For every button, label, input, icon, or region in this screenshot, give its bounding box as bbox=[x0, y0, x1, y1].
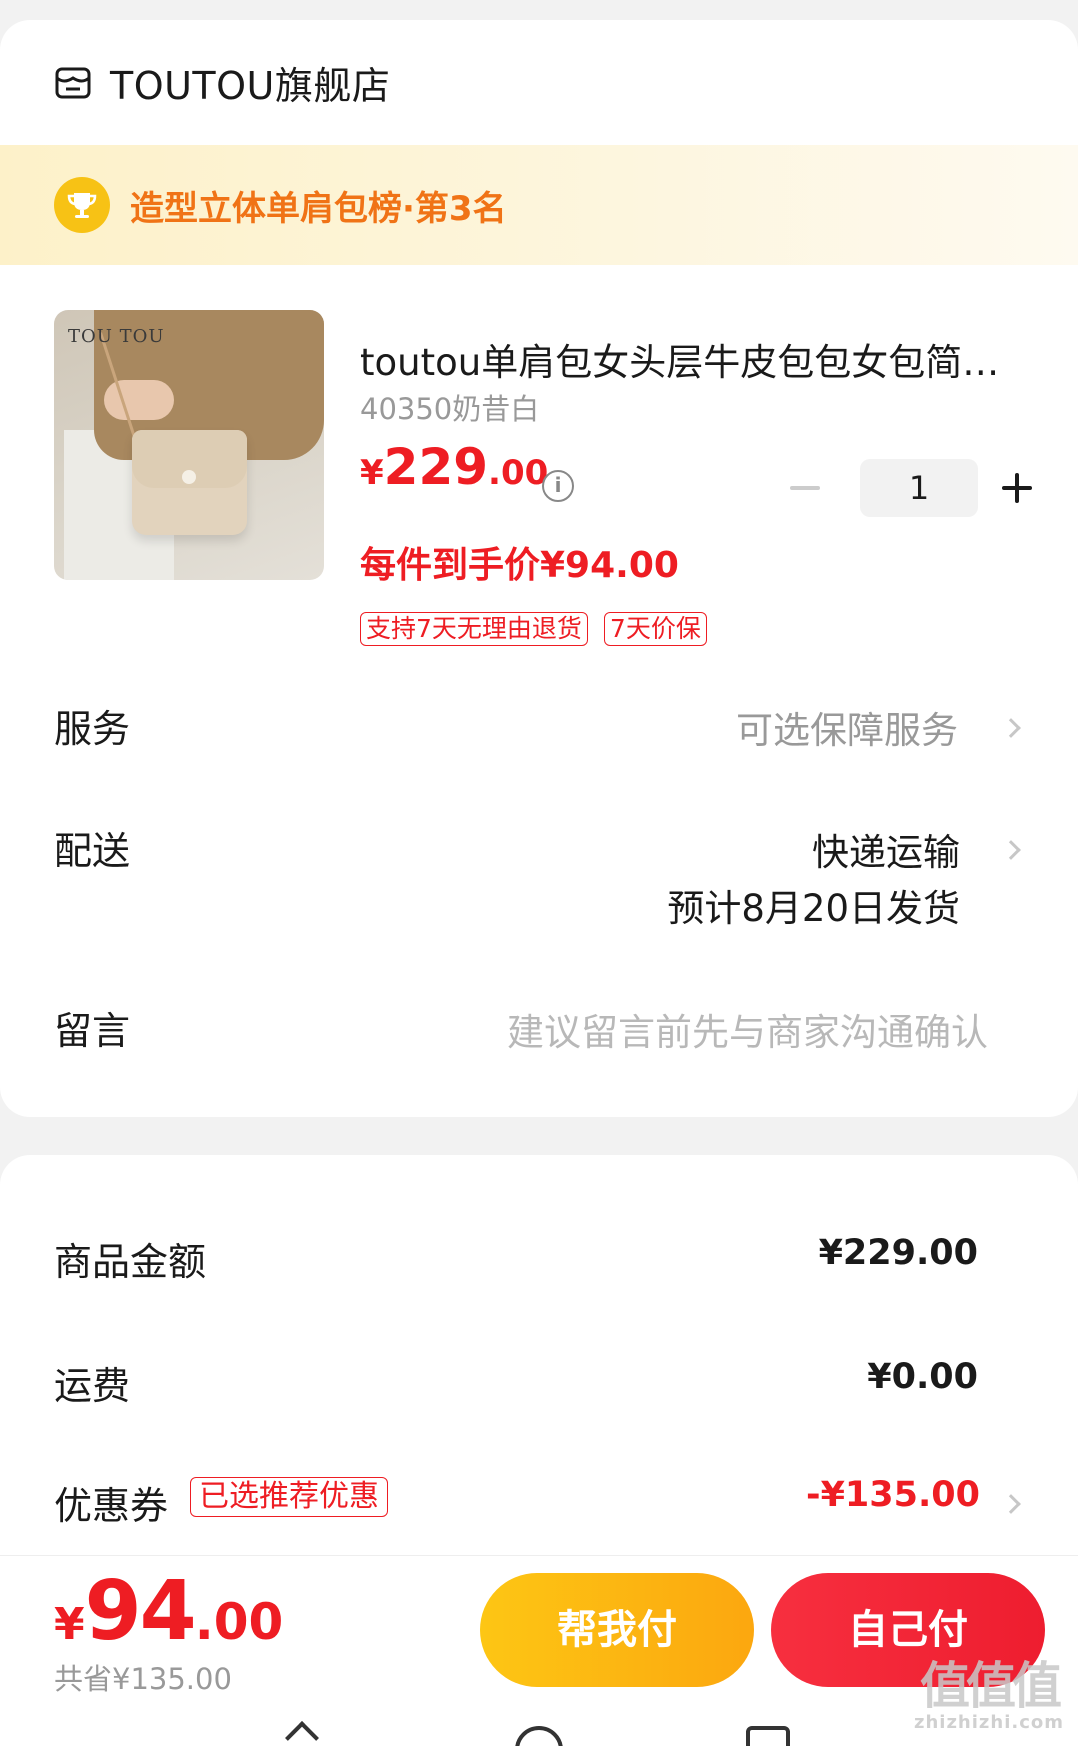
product-item: TOU TOU toutou单肩包女头层牛皮包包女包简… 40350奶昔白 ¥ … bbox=[0, 310, 1078, 650]
message-input[interactable]: 建议留言前先与商家沟通确认 bbox=[507, 1002, 988, 1056]
plus-icon[interactable] bbox=[1002, 473, 1032, 503]
store-icon bbox=[55, 67, 91, 98]
total-currency: ¥ bbox=[54, 1599, 85, 1650]
checkout-page: TOUTOU旗舰店 造型立体单肩包榜·第3名 TOU TOU toutou单肩包… bbox=[0, 0, 1078, 1746]
watermark-logo: 值值值 bbox=[919, 1657, 1062, 1715]
product-sku[interactable]: 40350奶昔白 bbox=[360, 386, 539, 428]
delivery-label: 配送 bbox=[54, 829, 131, 873]
order-card: TOUTOU旗舰店 造型立体单肩包榜·第3名 TOU TOU toutou单肩包… bbox=[0, 20, 1078, 1117]
coupon-badge: 已选推荐优惠 bbox=[190, 1477, 388, 1517]
chevron-right-icon bbox=[1001, 840, 1021, 860]
total-price: ¥ 94 .00 bbox=[54, 1564, 283, 1659]
minus-icon[interactable] bbox=[790, 486, 820, 490]
rank-text: 造型立体单肩包榜·第3名 bbox=[130, 188, 507, 229]
product-image-logo: TOU TOU bbox=[68, 326, 165, 347]
info-icon[interactable]: i bbox=[542, 470, 574, 502]
product-title[interactable]: toutou单肩包女头层牛皮包包女包简… bbox=[360, 332, 1030, 386]
back-icon[interactable] bbox=[285, 1721, 319, 1746]
store-name: TOUTOU旗舰店 bbox=[110, 64, 391, 108]
quantity-field[interactable]: 1 bbox=[860, 459, 978, 517]
product-tags: 支持7天无理由退货 7天价保 bbox=[360, 612, 707, 646]
tag-price-protect: 7天价保 bbox=[603, 612, 707, 646]
price-decimal: .00 bbox=[488, 453, 549, 493]
store-row[interactable]: TOUTOU旗舰店 bbox=[0, 20, 1078, 145]
service-label: 服务 bbox=[54, 707, 131, 751]
shipping-value: ¥0.00 bbox=[867, 1357, 978, 1397]
chevron-right-icon bbox=[1001, 1494, 1021, 1514]
delivery-method: 快递运输 bbox=[812, 831, 960, 874]
home-icon[interactable] bbox=[515, 1726, 563, 1746]
goods-amount-value: ¥229.00 bbox=[818, 1233, 978, 1273]
price-currency: ¥ bbox=[360, 453, 384, 493]
service-value: 可选保障服务 bbox=[736, 709, 958, 752]
help-pay-button[interactable]: 帮我付 bbox=[480, 1573, 754, 1687]
quantity-stepper: 1 bbox=[790, 458, 1032, 518]
shipping-label: 运费 bbox=[54, 1364, 131, 1408]
saved-amount: 共省¥135.00 bbox=[54, 1662, 232, 1696]
watermark-url: zhizhizhi.com bbox=[913, 1712, 1064, 1733]
rank-banner[interactable]: 造型立体单肩包榜·第3名 bbox=[0, 145, 1078, 265]
trophy-icon bbox=[54, 177, 110, 233]
tag-return: 支持7天无理由退货 bbox=[360, 612, 588, 646]
total-decimal: .00 bbox=[194, 1593, 284, 1651]
watermark: 值值值 zhizhizhi.com bbox=[914, 1660, 1064, 1733]
product-price: ¥ 229 .00 bbox=[360, 438, 548, 496]
final-unit-price: 每件到手价¥94.00 bbox=[360, 545, 679, 586]
goods-amount-label: 商品金额 bbox=[54, 1240, 207, 1284]
chevron-right-icon bbox=[1001, 718, 1021, 738]
delivery-estimate: 预计8月20日发货 bbox=[667, 887, 960, 930]
coupon-label: 优惠券 bbox=[54, 1484, 169, 1528]
total-integer: 94 bbox=[84, 1564, 197, 1659]
product-image[interactable]: TOU TOU bbox=[54, 310, 324, 580]
message-label: 留言 bbox=[54, 1009, 131, 1053]
recent-apps-icon[interactable] bbox=[746, 1726, 790, 1746]
coupon-value: -¥135.00 bbox=[806, 1475, 980, 1515]
price-integer: 229 bbox=[383, 438, 489, 496]
